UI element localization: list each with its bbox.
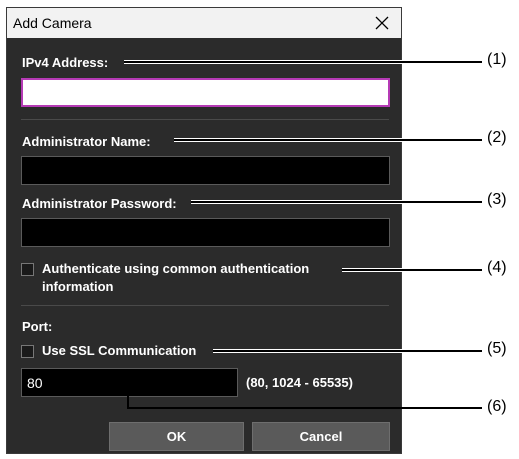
callout-label-5: (5) [487, 340, 507, 357]
port-input[interactable] [21, 368, 238, 397]
use-ssl-checkbox[interactable] [21, 345, 34, 358]
callout-label-4: (4) [487, 259, 507, 276]
callout-label-1: (1) [487, 51, 507, 68]
dialog-title: Add Camera [13, 15, 92, 31]
ipv4-address-input[interactable] [21, 78, 390, 107]
callout-line-2 [174, 139, 482, 141]
callout-line-3 [191, 201, 482, 203]
separator [21, 305, 389, 306]
administrator-name-label: Administrator Name: [22, 134, 151, 149]
callout-label-2: (2) [487, 129, 507, 146]
callout-line-1 [124, 61, 482, 63]
administrator-password-label: Administrator Password: [22, 196, 177, 211]
common-auth-label-line2: information [42, 279, 114, 294]
administrator-name-input[interactable] [21, 156, 390, 185]
use-ssl-label: Use SSL Communication [42, 343, 197, 358]
common-auth-checkbox[interactable] [21, 263, 34, 276]
close-icon [375, 16, 389, 30]
close-button[interactable] [365, 8, 399, 38]
common-auth-label-line1: Authenticate using common authentication [42, 261, 310, 276]
ok-button[interactable]: OK [109, 422, 244, 451]
port-label: Port: [22, 319, 53, 334]
cancel-button[interactable]: Cancel [252, 422, 390, 451]
add-camera-dialog: Add Camera IPv4 Address: Administrator N… [6, 7, 402, 454]
separator [21, 119, 389, 120]
callout-label-3: (3) [487, 191, 507, 208]
callout-line-4 [342, 269, 482, 271]
administrator-password-input[interactable] [21, 218, 390, 247]
callout-label-6: (6) [487, 398, 507, 415]
callout-line-6 [127, 407, 482, 409]
title-bar: Add Camera [7, 8, 401, 38]
callout-line-5 [213, 350, 482, 352]
ipv4-address-label: IPv4 Address: [22, 55, 109, 70]
port-range-hint: (80, 1024 - 65535) [246, 375, 353, 390]
